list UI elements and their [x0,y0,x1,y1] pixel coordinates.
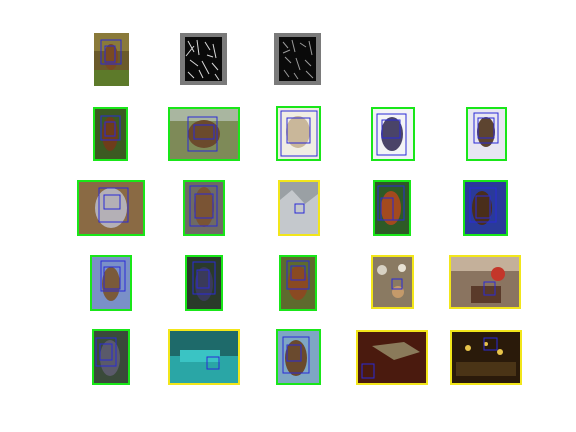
result-r2c4 [373,180,411,236]
result-r2c1 [77,180,145,236]
retrieval-figure [0,0,576,432]
result-r1c2 [168,107,240,161]
result-r1c3 [276,106,321,161]
query-photo [94,33,129,86]
result-r3c4 [371,255,414,309]
query-row [94,33,321,86]
result-r2c5 [463,180,508,236]
result-r2c3 [278,180,320,236]
feature-map-2 [274,33,321,85]
result-r4c4 [356,330,428,385]
feature-map-1 [180,33,227,85]
result-r3c1 [90,255,132,311]
result-r4c5 [450,330,522,385]
result-r3c2 [185,255,223,311]
result-r4c2 [168,329,240,385]
result-r2c2 [183,180,225,236]
result-r3c5 [449,255,521,309]
result-r4c3 [276,329,321,385]
result-r1c4 [371,107,415,161]
result-r4c1 [92,329,130,385]
result-r1c5 [466,107,507,161]
result-r1c1 [93,107,128,161]
result-r3c3 [279,255,317,311]
